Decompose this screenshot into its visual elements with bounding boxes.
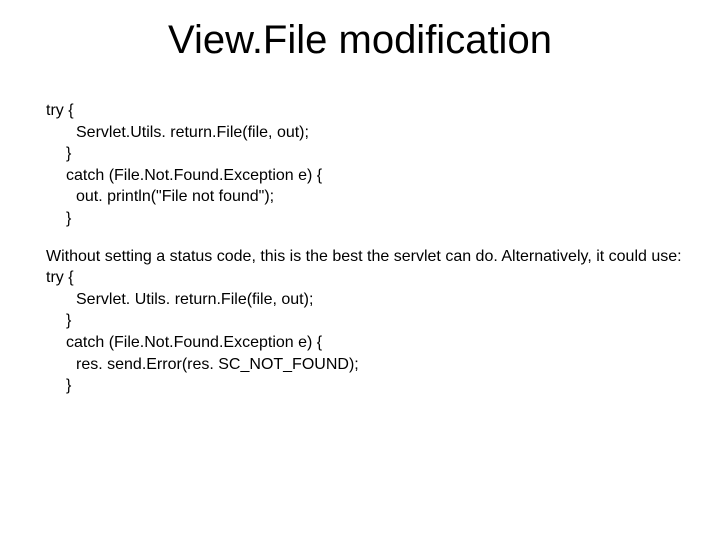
code-line: try { [46, 267, 686, 289]
slide-body: try { Servlet.Utils. return.File(file, o… [46, 100, 686, 397]
code-line: try { [46, 100, 686, 122]
code-line: } [66, 208, 686, 230]
code-line: out. println("File not found"); [76, 186, 686, 208]
code-line: } [66, 310, 686, 332]
code-line: catch (File.Not.Found.Exception e) { [66, 165, 686, 187]
paragraph: Without setting a status code, this is t… [46, 246, 686, 268]
slide: View.File modification try { Servlet.Uti… [0, 0, 720, 540]
code-line: res. send.Error(res. SC_NOT_FOUND); [76, 354, 686, 376]
code-line: catch (File.Not.Found.Exception e) { [66, 332, 686, 354]
code-line: } [66, 375, 686, 397]
slide-title: View.File modification [0, 18, 720, 63]
spacer [46, 230, 686, 246]
code-line: Servlet. Utils. return.File(file, out); [76, 289, 686, 311]
code-line: } [66, 143, 686, 165]
code-line: Servlet.Utils. return.File(file, out); [76, 122, 686, 144]
